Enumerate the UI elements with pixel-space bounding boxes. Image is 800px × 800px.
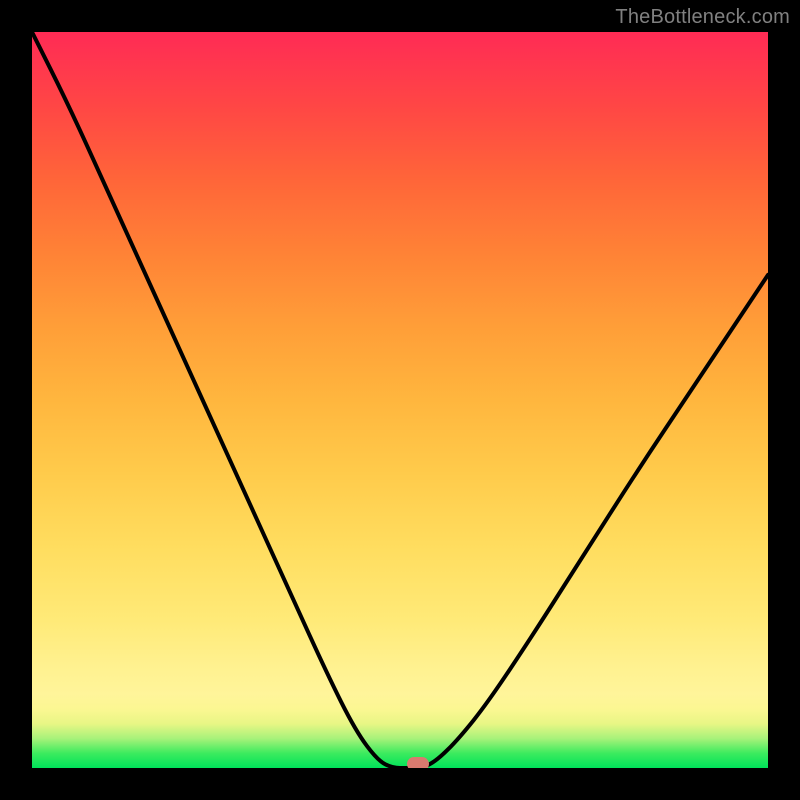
curve-svg <box>32 32 768 768</box>
plot-area <box>32 32 768 768</box>
bottleneck-curve <box>32 32 768 768</box>
attribution-text: TheBottleneck.com <box>615 6 790 29</box>
optimum-marker <box>407 757 429 768</box>
chart-stage: TheBottleneck.com <box>0 0 800 800</box>
